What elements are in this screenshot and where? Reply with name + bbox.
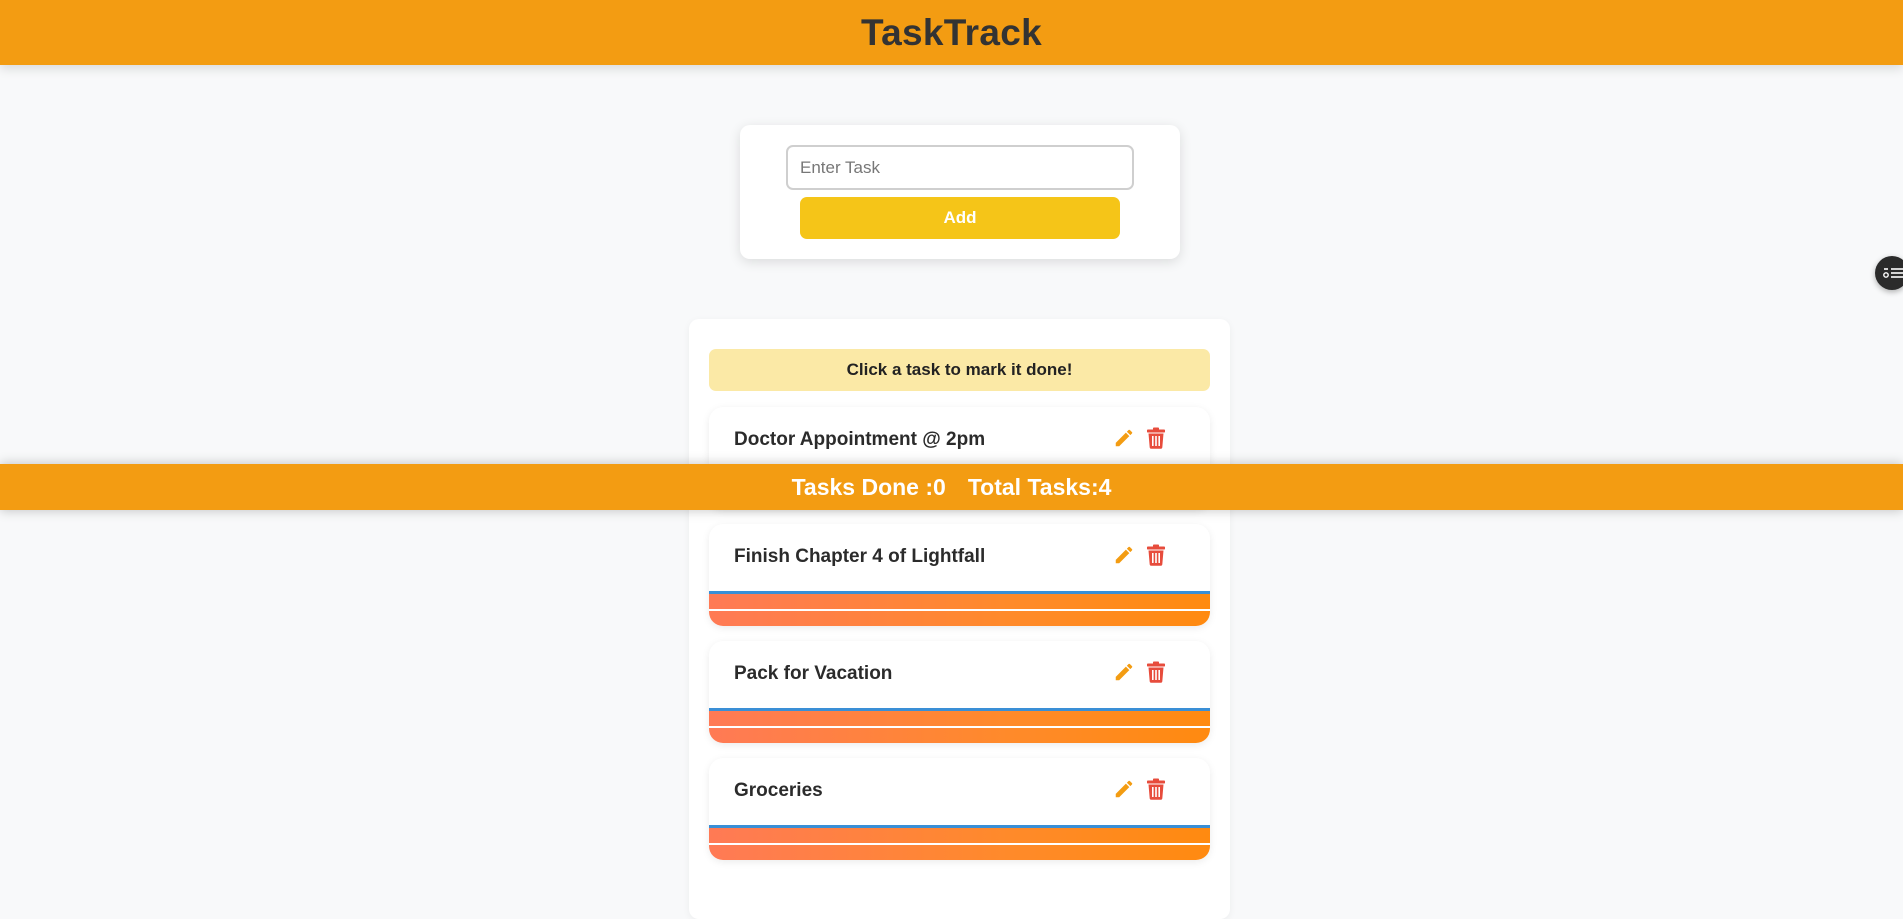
edit-button[interactable]	[1111, 542, 1137, 568]
task-text: Pack for Vacation	[734, 663, 893, 684]
trash-icon	[1147, 661, 1165, 683]
edit-button[interactable]	[1111, 659, 1137, 685]
task-text: Groceries	[734, 780, 823, 801]
pencil-icon	[1115, 663, 1133, 681]
app-title: TaskTrack	[861, 11, 1042, 53]
task-stats-bar: Tasks Done :0 Total Tasks:4	[0, 464, 1903, 510]
tasks-done-count: Tasks Done :0	[791, 473, 946, 500]
edit-button[interactable]	[1111, 425, 1137, 451]
task-text: Doctor Appointment @ 2pm	[734, 429, 986, 450]
list-settings-icon	[1883, 268, 1903, 278]
task-item[interactable]: Finish Chapter 4 of Lightfall	[709, 524, 1210, 626]
task-decoration	[709, 825, 1210, 860]
side-menu-button[interactable]	[1875, 256, 1903, 290]
app-header: TaskTrack	[0, 0, 1903, 65]
task-decoration	[709, 591, 1210, 626]
delete-button[interactable]	[1143, 659, 1169, 685]
task-decoration	[709, 708, 1210, 743]
pencil-icon	[1115, 780, 1133, 798]
task-text: Finish Chapter 4 of Lightfall	[734, 546, 986, 567]
add-task-card: Add	[740, 125, 1180, 259]
total-tasks-count: Total Tasks:4	[967, 473, 1112, 500]
trash-icon	[1147, 544, 1165, 566]
task-item[interactable]: Pack for Vacation	[709, 641, 1210, 743]
task-input[interactable]	[786, 145, 1134, 190]
add-button[interactable]: Add	[800, 197, 1120, 239]
edit-button[interactable]	[1111, 776, 1137, 802]
delete-button[interactable]	[1143, 776, 1169, 802]
trash-icon	[1147, 778, 1165, 800]
pencil-icon	[1115, 546, 1133, 564]
task-list-panel: Click a task to mark it done! Doctor App…	[689, 319, 1230, 919]
hint-banner: Click a task to mark it done!	[709, 349, 1210, 391]
delete-button[interactable]	[1143, 425, 1169, 451]
task-item[interactable]: Groceries	[709, 758, 1210, 860]
delete-button[interactable]	[1143, 542, 1169, 568]
trash-icon	[1147, 427, 1165, 449]
pencil-icon	[1115, 429, 1133, 447]
